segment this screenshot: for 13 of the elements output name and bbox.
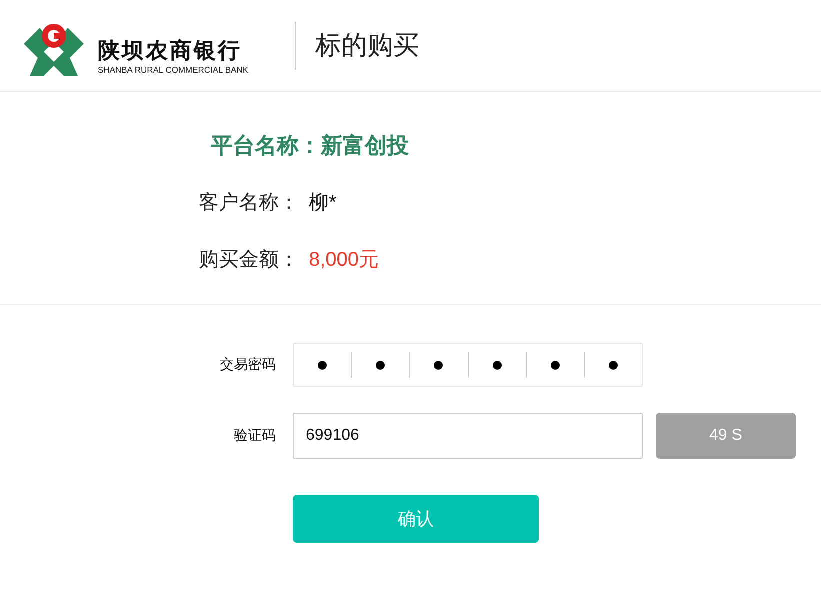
customer-name: 柳* bbox=[309, 191, 337, 216]
verification-code-field[interactable]: 699106 bbox=[293, 413, 643, 459]
field-label: 购买金额： bbox=[199, 248, 299, 273]
confirm-button[interactable]: 确认 bbox=[293, 495, 539, 543]
password-field[interactable] bbox=[293, 343, 643, 387]
amount-value: 8,000元 bbox=[309, 248, 380, 273]
page-title: 标的购买 bbox=[316, 29, 420, 62]
field-label: 交易密码 bbox=[219, 356, 276, 374]
platform-name: 平台名称：新富创投 bbox=[211, 132, 410, 160]
field-label: 客户名称： bbox=[199, 191, 299, 216]
bank-name: 陕坝农商银行 bbox=[98, 38, 243, 64]
field-label: 验证码 bbox=[233, 427, 276, 445]
bank-name-english: SHANBA RURAL COMMERCIAL BANK bbox=[98, 64, 249, 76]
